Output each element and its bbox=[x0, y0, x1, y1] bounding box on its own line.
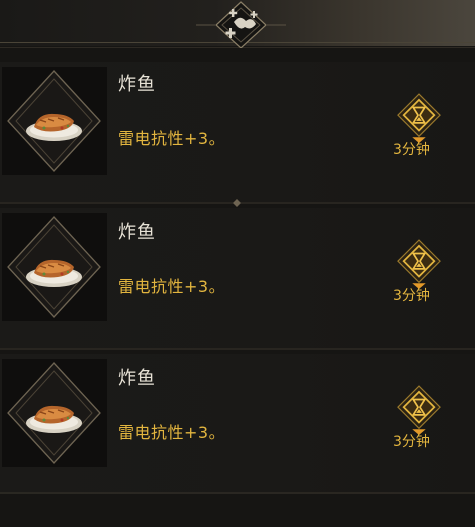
buff-duration: 3分钟 bbox=[393, 142, 430, 158]
buff-duration: 3分钟 bbox=[393, 434, 430, 450]
fried-fish-icon bbox=[7, 362, 101, 464]
hourglass-icon bbox=[397, 93, 441, 144]
food-name: 炸鱼 bbox=[118, 222, 156, 243]
food-thumbnail bbox=[2, 67, 107, 175]
hourglass-icon bbox=[397, 385, 441, 436]
food-buff-emblem-icon bbox=[196, 1, 286, 48]
food-effect: 雷电抗性+3。 bbox=[118, 277, 226, 296]
fried-fish-icon bbox=[7, 216, 101, 318]
food-effect: 雷电抗性+3。 bbox=[118, 129, 226, 148]
food-thumbnail bbox=[2, 359, 107, 467]
fried-fish-icon bbox=[7, 70, 101, 172]
hourglass-icon bbox=[397, 239, 441, 290]
food-name: 炸鱼 bbox=[118, 74, 156, 95]
food-buff-row[interactable]: 炸鱼 雷电抗性+3。 3分钟 bbox=[0, 62, 475, 202]
row-divider bbox=[0, 492, 475, 494]
food-buff-row[interactable]: 炸鱼 雷电抗性+3。 3分钟 bbox=[0, 354, 475, 494]
row-divider bbox=[0, 199, 475, 207]
row-divider bbox=[0, 348, 475, 350]
food-name: 炸鱼 bbox=[118, 368, 156, 389]
food-thumbnail bbox=[2, 213, 107, 321]
food-effect: 雷电抗性+3。 bbox=[118, 423, 226, 442]
buff-duration: 3分钟 bbox=[393, 288, 430, 304]
food-buff-row[interactable]: 炸鱼 雷电抗性+3。 3分钟 bbox=[0, 208, 475, 348]
